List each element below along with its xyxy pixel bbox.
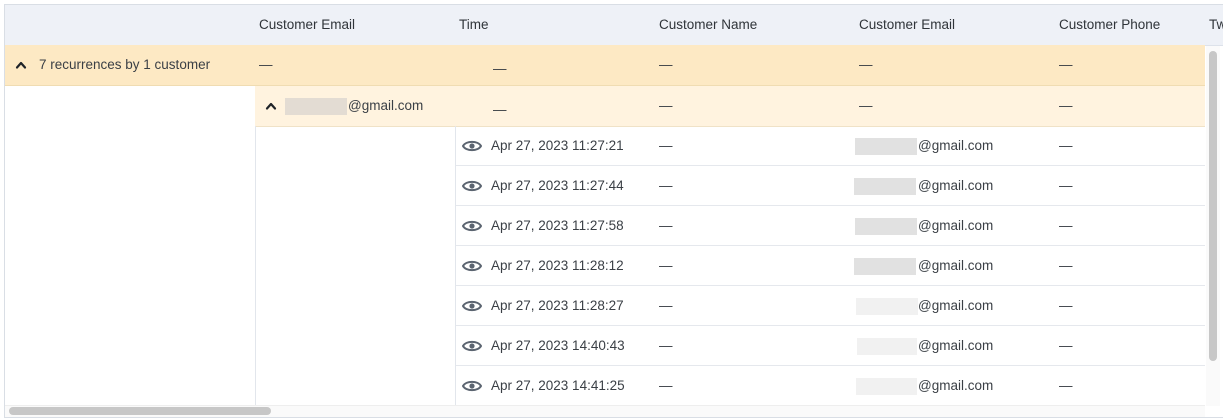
- column-divider: [255, 126, 256, 417]
- chevron-up-icon[interactable]: [15, 59, 27, 71]
- row-name: —: [659, 378, 673, 393]
- chevron-up-icon[interactable]: [265, 100, 277, 112]
- row-email: @gmail.com: [918, 298, 994, 313]
- group-email-cell: —: [259, 57, 273, 72]
- redacted-email-prefix: [855, 218, 917, 235]
- redacted-email-prefix: [854, 178, 916, 195]
- eye-icon[interactable]: [462, 139, 482, 153]
- row-phone: —: [1059, 138, 1073, 153]
- recurrences-table: Customer Email Time Customer Name Custom…: [4, 4, 1223, 418]
- row-phone: —: [1059, 338, 1073, 353]
- redacted-email-prefix: [285, 98, 347, 115]
- redacted-email-prefix: [856, 378, 917, 395]
- row-time: Apr 27, 2023 11:27:58: [491, 218, 624, 233]
- row-phone: —: [1059, 218, 1073, 233]
- eye-icon[interactable]: [462, 339, 482, 353]
- column-header-customer-phone[interactable]: Customer Phone: [1059, 5, 1160, 45]
- row-email: @gmail.com: [918, 378, 994, 393]
- row-name: —: [659, 178, 673, 193]
- table-header: Customer Email Time Customer Name Custom…: [5, 5, 1223, 46]
- redacted-email-prefix: [857, 338, 917, 355]
- subgroup-phone-cell: —: [1059, 98, 1073, 113]
- row-name: —: [659, 218, 673, 233]
- redacted-email-prefix: [855, 138, 917, 155]
- row-time: Apr 27, 2023 14:41:25: [491, 378, 625, 393]
- column-header-customer-name[interactable]: Customer Name: [659, 5, 757, 45]
- row-time: Apr 27, 2023 11:28:27: [491, 298, 624, 313]
- group-label: 7 recurrences by 1 customer: [39, 57, 211, 72]
- eye-icon[interactable]: [462, 299, 482, 313]
- column-header-customer-email[interactable]: Customer Email: [259, 5, 355, 45]
- group-phone-cell: —: [1059, 57, 1073, 72]
- eye-icon[interactable]: [462, 179, 482, 193]
- vertical-scrollbar-thumb[interactable]: [1209, 51, 1217, 361]
- eye-icon[interactable]: [462, 219, 482, 233]
- table-row[interactable]: Apr 27, 2023 11:28:12 — @gmail.com —: [456, 246, 1205, 286]
- eye-icon[interactable]: [462, 259, 482, 273]
- row-time: Apr 27, 2023 14:40:43: [491, 338, 625, 353]
- table-row[interactable]: Apr 27, 2023 11:27:21 — @gmail.com —: [456, 126, 1205, 166]
- row-name: —: [659, 138, 673, 153]
- group-email2-cell: —: [859, 57, 873, 72]
- row-time: Apr 27, 2023 11:27:44: [491, 178, 624, 193]
- subgroup-email2-cell: —: [859, 98, 873, 113]
- horizontal-scrollbar-thumb[interactable]: [9, 407, 271, 415]
- table-row[interactable]: Apr 27, 2023 14:41:25 — @gmail.com —: [456, 366, 1205, 406]
- subgroup-time-cell: —: [493, 102, 507, 117]
- group-name-cell: —: [659, 57, 673, 72]
- subgroup-row[interactable]: @gmail.com — — — —: [255, 86, 1205, 127]
- row-time: Apr 27, 2023 11:28:12: [491, 258, 624, 273]
- redacted-email-prefix: [856, 298, 918, 315]
- row-name: —: [659, 338, 673, 353]
- row-name: —: [659, 298, 673, 313]
- column-header-time[interactable]: Time: [459, 5, 489, 45]
- row-email: @gmail.com: [918, 178, 994, 193]
- column-header-truncated[interactable]: Tw: [1209, 5, 1223, 45]
- redacted-email-prefix: [854, 258, 916, 275]
- row-phone: —: [1059, 378, 1073, 393]
- table-row[interactable]: Apr 27, 2023 11:27:44 — @gmail.com —: [456, 166, 1205, 206]
- column-header-customer-email-2[interactable]: Customer Email: [859, 5, 955, 45]
- table-row[interactable]: Apr 27, 2023 14:40:43 — @gmail.com —: [456, 326, 1205, 366]
- group-row[interactable]: 7 recurrences by 1 customer — — — — —: [5, 45, 1205, 86]
- group-time-cell: —: [493, 61, 507, 76]
- row-phone: —: [1059, 178, 1073, 193]
- subgroup-name-cell: —: [659, 98, 673, 113]
- row-email: @gmail.com: [918, 138, 994, 153]
- row-phone: —: [1059, 298, 1073, 313]
- row-email: @gmail.com: [918, 218, 994, 233]
- table-row[interactable]: Apr 27, 2023 11:27:58 — @gmail.com —: [456, 206, 1205, 246]
- row-email: @gmail.com: [918, 338, 994, 353]
- row-time: Apr 27, 2023 11:27:21: [491, 138, 624, 153]
- table-row[interactable]: Apr 27, 2023 11:28:27 — @gmail.com —: [456, 286, 1205, 326]
- row-email: @gmail.com: [918, 258, 994, 273]
- row-phone: —: [1059, 258, 1073, 273]
- row-name: —: [659, 258, 673, 273]
- subgroup-email: @gmail.com: [348, 98, 424, 113]
- eye-icon[interactable]: [462, 379, 482, 393]
